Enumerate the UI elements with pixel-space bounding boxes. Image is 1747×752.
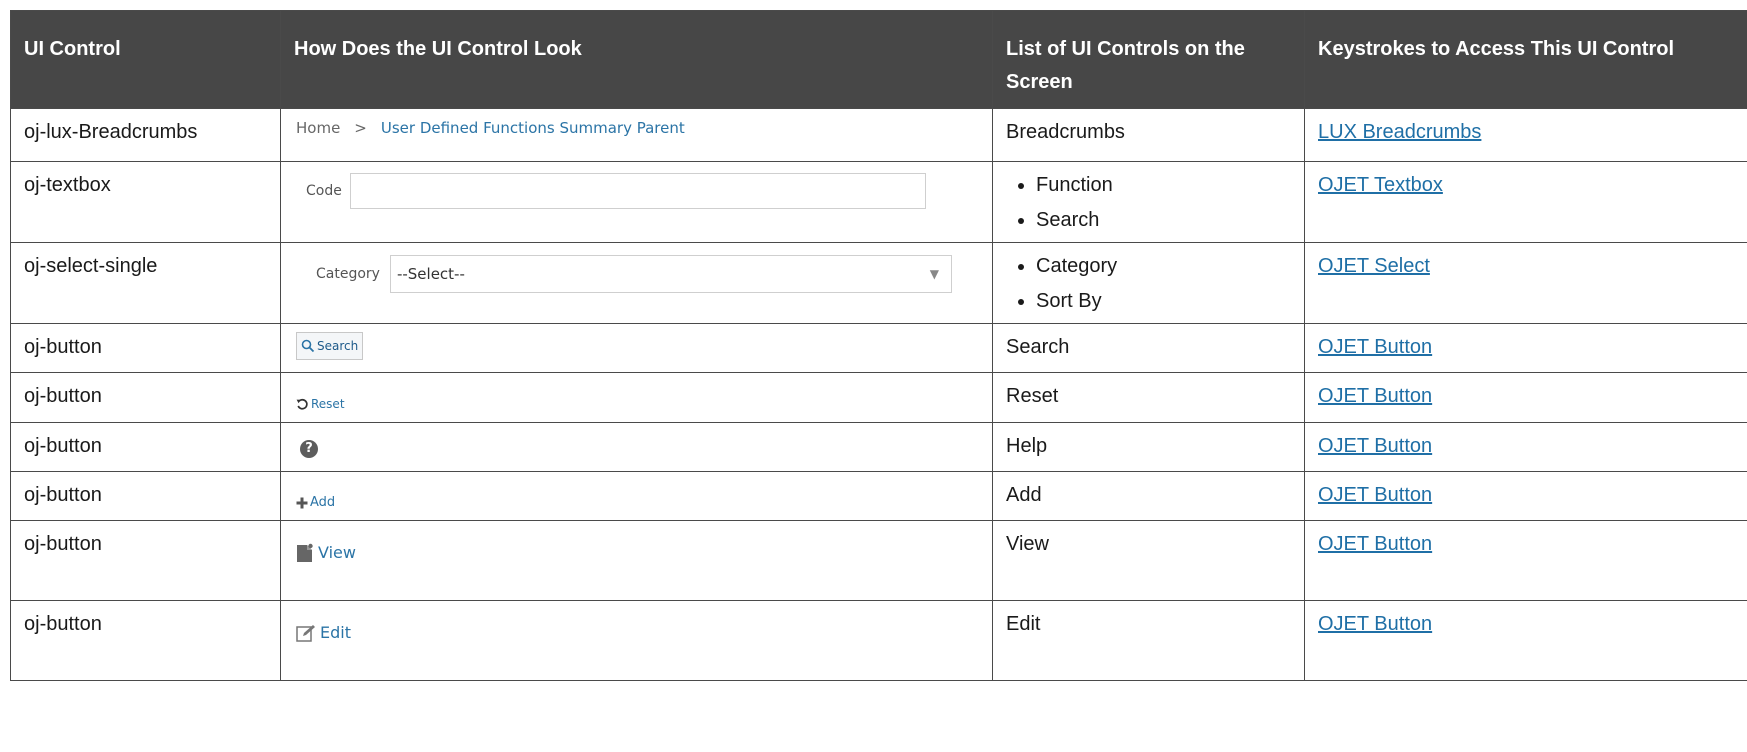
control-name: oj-button — [10, 421, 281, 472]
control-name: oj-button — [10, 599, 281, 681]
keystroke-link[interactable]: OJET Button — [1318, 435, 1432, 457]
controls-list-cell: Breadcrumbs — [992, 108, 1305, 162]
breadcrumb-home[interactable]: Home — [296, 119, 340, 137]
controls-list-cell: Reset — [992, 372, 1305, 423]
header-controls-list: List of UI Controls on the Screen — [992, 10, 1305, 109]
table-row: oj-button Edit Edit OJET Button — [10, 599, 1747, 681]
keystroke-link[interactable]: OJET Button — [1318, 484, 1432, 506]
controls-list-cell: View — [992, 519, 1305, 601]
code-input[interactable] — [349, 173, 926, 209]
control-name: oj-lux-Breadcrumbs — [10, 108, 281, 162]
control-name: oj-button — [10, 323, 281, 373]
view-button-sample: View — [280, 519, 993, 601]
reset-button-label: Reset — [311, 397, 345, 411]
help-button-sample: ? — [280, 421, 993, 472]
keystroke-cell: OJET Button — [1304, 599, 1747, 681]
controls-list-cell: Search — [992, 323, 1305, 373]
chevron-right-icon: > — [354, 119, 367, 137]
reset-icon — [296, 398, 308, 410]
search-icon — [301, 339, 315, 353]
controls-list-cell: Edit — [992, 599, 1305, 681]
table-row: oj-button View View OJET Button — [10, 519, 1747, 601]
controls-list-cell: Function Search — [992, 161, 1305, 243]
category-label: Category — [316, 266, 380, 282]
breadcrumb-current[interactable]: User Defined Functions Summary Parent — [381, 119, 685, 137]
chevron-down-icon: ▼ — [929, 267, 939, 281]
breadcrumb-sample: Home > User Defined Functions Summary Pare… — [280, 108, 993, 162]
list-item: Function — [1036, 168, 1291, 203]
keystroke-link[interactable]: LUX Breadcrumbs — [1318, 121, 1481, 143]
view-button[interactable]: View — [296, 536, 356, 570]
code-label: Code — [306, 183, 342, 199]
edit-button-label: Edit — [320, 622, 351, 642]
header-how-look: How Does the UI Control Look — [280, 10, 993, 109]
add-button[interactable]: Add — [296, 486, 335, 520]
keystroke-link[interactable]: OJET Button — [1318, 336, 1432, 358]
search-button-sample: Search — [280, 323, 993, 373]
keystroke-cell: OJET Textbox — [1304, 161, 1747, 243]
reset-button-sample: Reset — [280, 372, 993, 423]
search-button[interactable]: Search — [296, 332, 364, 360]
controls-list-cell: Category Sort By — [992, 242, 1305, 324]
table-row: oj-select-single Category --Select-- ▼ C… — [10, 242, 1747, 324]
table-row: oj-textbox Code Function Search OJET Tex… — [10, 161, 1747, 243]
keystroke-cell: OJET Button — [1304, 519, 1747, 601]
keystroke-cell: LUX Breadcrumbs — [1304, 108, 1747, 162]
select-sample: Category --Select-- ▼ — [280, 242, 993, 324]
control-name: oj-button — [10, 519, 281, 601]
header-ui-control: UI Control — [10, 10, 281, 109]
keystroke-link[interactable]: OJET Select — [1318, 255, 1430, 277]
keystroke-cell: OJET Button — [1304, 470, 1747, 521]
list-item: Sort By — [1036, 284, 1291, 319]
controls-list-cell: Help — [992, 421, 1305, 472]
header-keystrokes: Keystrokes to Access This UI Control — [1304, 10, 1747, 109]
keystroke-cell: OJET Select — [1304, 242, 1747, 324]
plus-icon — [296, 497, 308, 508]
help-icon[interactable]: ? — [300, 439, 318, 458]
keystroke-cell: OJET Button — [1304, 323, 1747, 373]
keystroke-link[interactable]: OJET Button — [1318, 533, 1432, 555]
reset-button[interactable]: Reset — [296, 387, 345, 421]
edit-button-sample: Edit — [280, 599, 993, 681]
document-icon — [297, 543, 313, 562]
view-button-label: View — [318, 542, 356, 562]
control-name: oj-button — [10, 372, 281, 423]
keystroke-link[interactable]: OJET Textbox — [1318, 174, 1443, 196]
search-button-label: Search — [317, 339, 359, 353]
list-item: Search — [1036, 203, 1291, 238]
keystroke-link[interactable]: OJET Button — [1318, 385, 1432, 407]
keystroke-link[interactable]: OJET Button — [1318, 613, 1432, 635]
table-row: oj-button Add Add OJET Button — [10, 470, 1747, 521]
controls-list-cell: Add — [992, 470, 1305, 521]
textbox-sample: Code — [280, 161, 993, 243]
table-row: oj-lux-Breadcrumbs Home > User Defined Fun… — [10, 108, 1747, 162]
add-button-label: Add — [310, 494, 336, 510]
table-row: oj-button Search Search OJET Button — [10, 323, 1747, 373]
list-item: Category — [1036, 249, 1291, 284]
add-button-sample: Add — [280, 470, 993, 521]
header-row: UI Control How Does the UI Control Look … — [10, 10, 1747, 109]
edit-icon — [296, 624, 315, 642]
keystroke-cell: OJET Button — [1304, 421, 1747, 472]
table-row: oj-button ? Help OJET Button — [10, 421, 1747, 472]
category-select[interactable]: --Select-- ▼ — [389, 255, 952, 293]
control-name: oj-textbox — [10, 161, 281, 243]
select-value: --Select-- — [396, 265, 465, 283]
table-row: oj-button Reset Reset OJET Button — [10, 372, 1747, 423]
ui-controls-table: UI Control How Does the UI Control Look … — [10, 10, 1747, 681]
control-name: oj-button — [10, 470, 281, 521]
edit-button[interactable]: Edit — [296, 616, 351, 650]
keystroke-cell: OJET Button — [1304, 372, 1747, 423]
control-name: oj-select-single — [10, 242, 281, 324]
